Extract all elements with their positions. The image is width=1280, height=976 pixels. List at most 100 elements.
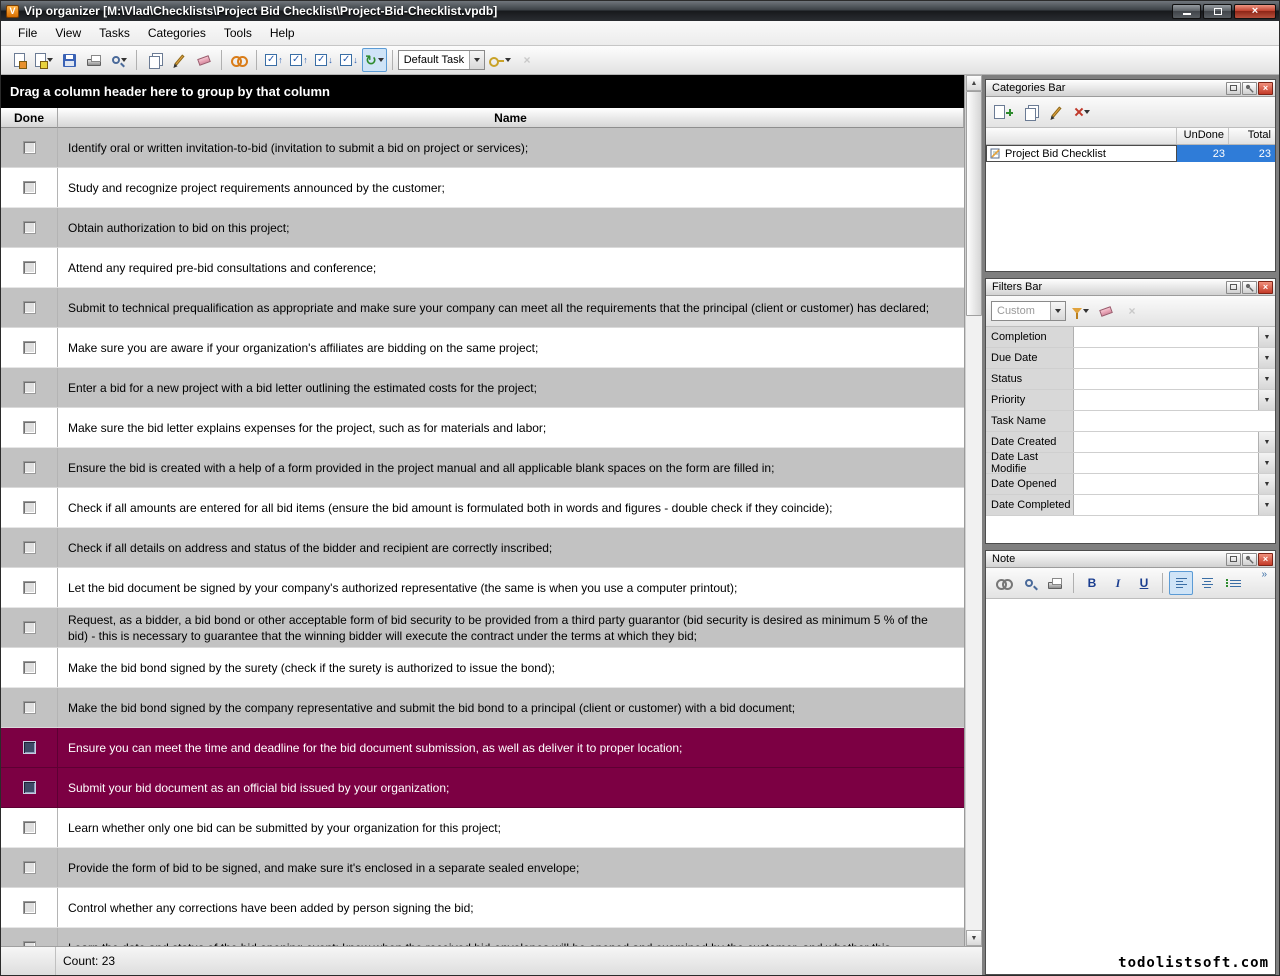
delete-task-button[interactable]: × — [515, 48, 539, 72]
task-checkbox[interactable] — [23, 461, 36, 474]
chevron-down-icon[interactable]: ▼ — [1258, 453, 1275, 473]
delete-category-button[interactable] — [1070, 100, 1094, 124]
task-row[interactable]: Make the bid bond signed by the surety (… — [1, 648, 964, 688]
refresh-toggle-button[interactable]: ↻ — [362, 48, 387, 72]
uncomplete-task-button[interactable]: ✓↑ — [287, 48, 311, 72]
menu-item[interactable]: Tasks — [90, 23, 139, 43]
edit-category-button[interactable] — [1044, 100, 1068, 124]
new-note-button[interactable] — [32, 48, 56, 72]
toolbar-overflow-button[interactable]: » — [1258, 568, 1270, 581]
move-task-down-button[interactable]: ✓↓ — [337, 48, 361, 72]
chevron-down-icon[interactable]: ▼ — [1258, 348, 1275, 368]
menu-item[interactable]: Tools — [215, 23, 261, 43]
task-row[interactable]: Make the bid bond signed by the company … — [1, 688, 964, 728]
task-checkbox[interactable] — [23, 821, 36, 834]
add-category-button[interactable] — [991, 100, 1016, 124]
chevron-down-icon[interactable]: ▼ — [1258, 327, 1275, 347]
task-checkbox[interactable] — [23, 541, 36, 554]
task-checkbox[interactable] — [23, 341, 36, 354]
chevron-down-icon[interactable]: ▼ — [1258, 474, 1275, 494]
note-content[interactable] — [986, 599, 1275, 974]
panel-close-button[interactable]: × — [1258, 281, 1273, 294]
task-type-combo[interactable]: Default Task — [398, 50, 485, 70]
task-row[interactable]: Learn the date and status of the bid ope… — [1, 928, 964, 946]
filter-value-field[interactable]: ▼ — [1074, 411, 1275, 431]
menu-item[interactable]: Help — [261, 23, 304, 43]
close-filter-button[interactable]: × — [1120, 299, 1144, 323]
task-checkbox[interactable] — [23, 141, 36, 154]
task-row[interactable]: Provide the form of bid to be signed, an… — [1, 848, 964, 888]
filter-value-field[interactable]: ▼ — [1074, 474, 1275, 494]
filter-value-field[interactable]: ▼ — [1074, 432, 1275, 452]
view-tasks-button[interactable] — [227, 48, 251, 72]
task-checkbox[interactable] — [23, 661, 36, 674]
panel-restore-button[interactable] — [1226, 82, 1241, 95]
insert-link-button[interactable] — [991, 571, 1015, 595]
customize-task-types-button[interactable] — [486, 48, 514, 72]
menu-item[interactable]: File — [9, 23, 46, 43]
menu-item[interactable]: Categories — [139, 23, 215, 43]
bold-button[interactable]: B — [1080, 571, 1104, 595]
column-header-done[interactable]: Done — [1, 108, 58, 128]
task-row[interactable]: Study and recognize project requirements… — [1, 168, 964, 208]
menu-item[interactable]: View — [46, 23, 90, 43]
restore-button[interactable] — [1203, 4, 1232, 19]
scroll-up-button[interactable]: ▲ — [966, 75, 982, 91]
filter-value-field[interactable]: ▼ — [1074, 495, 1275, 515]
task-row[interactable]: Request, as a bidder, a bid bond or othe… — [1, 608, 964, 648]
panel-close-button[interactable]: × — [1258, 553, 1273, 566]
task-checkbox[interactable] — [23, 861, 36, 874]
task-checkbox[interactable] — [23, 741, 36, 754]
complete-task-button[interactable]: ✓↑ — [262, 48, 286, 72]
chevron-down-icon[interactable]: ▼ — [1258, 390, 1275, 410]
task-row[interactable]: Check if all details on address and stat… — [1, 528, 964, 568]
task-checkbox[interactable] — [23, 381, 36, 394]
groupby-hint-bar[interactable]: Drag a column header here to group by th… — [1, 75, 964, 108]
task-checkbox[interactable] — [23, 421, 36, 434]
task-checkbox[interactable] — [23, 501, 36, 514]
task-row[interactable]: Ensure you can meet the time and deadlin… — [1, 728, 964, 768]
task-row[interactable]: Make sure you are aware if your organiza… — [1, 328, 964, 368]
category-name-cell[interactable]: Project Bid Checklist — [986, 145, 1177, 162]
vertical-scrollbar[interactable]: ▲ ▼ — [965, 75, 982, 946]
task-row[interactable]: Obtain authorization to bid on this proj… — [1, 208, 964, 248]
task-checkbox[interactable] — [23, 781, 36, 794]
task-checkbox[interactable] — [23, 701, 36, 714]
print-preview-button[interactable] — [107, 48, 131, 72]
filter-preset-combo[interactable]: Custom — [991, 301, 1066, 321]
add-subcategory-button[interactable] — [1018, 100, 1042, 124]
task-row[interactable]: Identify oral or written invitation-to-b… — [1, 128, 964, 168]
task-row[interactable]: Ensure the bid is created with a help of… — [1, 448, 964, 488]
move-task-up-button[interactable]: ✓↓ — [312, 48, 336, 72]
clear-filter-button[interactable] — [1094, 299, 1118, 323]
filter-value-field[interactable]: ▼ — [1074, 348, 1275, 368]
column-header-undone[interactable]: UnDone — [1177, 128, 1229, 144]
zoom-button[interactable] — [1017, 571, 1041, 595]
column-header-name[interactable]: Name — [58, 108, 964, 128]
task-row[interactable]: Submit your bid document as an official … — [1, 768, 964, 808]
task-checkbox[interactable] — [23, 301, 36, 314]
scrollbar-track[interactable] — [966, 91, 982, 930]
task-checkbox[interactable] — [23, 581, 36, 594]
column-header-total[interactable]: Total — [1229, 128, 1275, 144]
task-type-dropdown-button[interactable] — [469, 51, 484, 69]
task-checkbox[interactable] — [23, 181, 36, 194]
panel-pin-button[interactable] — [1242, 553, 1257, 566]
filter-preset-dropdown-button[interactable] — [1050, 302, 1065, 320]
align-center-button[interactable] — [1195, 571, 1219, 595]
new-task-button[interactable] — [7, 48, 31, 72]
filter-value-field[interactable]: ▼ — [1074, 453, 1275, 473]
chevron-down-icon[interactable]: ▼ — [1258, 495, 1275, 515]
task-checkbox[interactable] — [23, 261, 36, 274]
task-row[interactable]: Submit to technical prequalification as … — [1, 288, 964, 328]
panel-restore-button[interactable] — [1226, 553, 1241, 566]
close-button[interactable]: × — [1234, 4, 1276, 19]
task-row[interactable]: Let the bid document be signed by your c… — [1, 568, 964, 608]
align-left-button[interactable] — [1169, 571, 1193, 595]
scroll-down-button[interactable]: ▼ — [966, 930, 982, 946]
filter-value-field[interactable]: ▼ — [1074, 369, 1275, 389]
edit-task-button[interactable] — [167, 48, 191, 72]
chevron-down-icon[interactable]: ▼ — [1258, 432, 1275, 452]
apply-filter-button[interactable] — [1068, 299, 1092, 323]
filter-value-field[interactable]: ▼ — [1074, 327, 1275, 347]
